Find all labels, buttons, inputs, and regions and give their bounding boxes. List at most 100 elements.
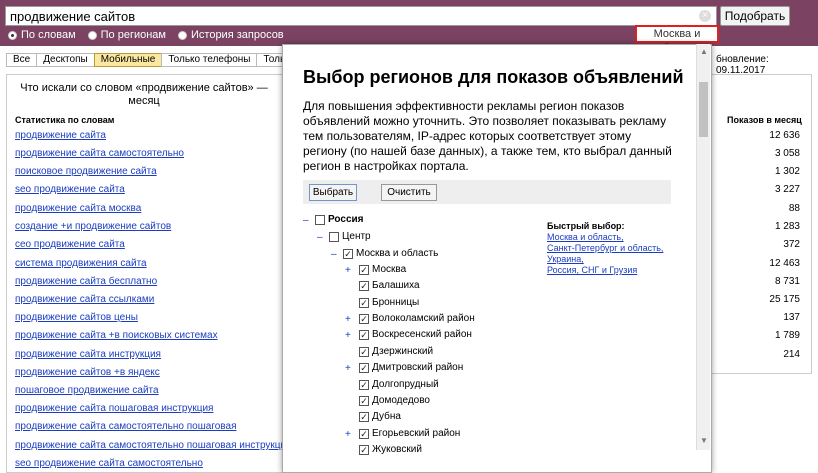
radio-icon: [8, 30, 17, 40]
checked-icon[interactable]: ✓: [359, 297, 369, 308]
query-link[interactable]: продвижение сайта бесплатно: [15, 276, 157, 287]
region-select-dialog: Выбор регионов для показов объявлений Дл…: [282, 44, 712, 473]
checked-icon[interactable]: ✓: [359, 428, 369, 439]
query-link[interactable]: продвижение сайта ссылками: [15, 294, 154, 305]
clear-button[interactable]: Очистить: [381, 184, 437, 201]
checked-icon[interactable]: ✓: [359, 313, 369, 324]
tab-phones-only[interactable]: Только телефоны: [161, 53, 258, 67]
checked-icon[interactable]: ✓: [343, 248, 353, 259]
submit-button[interactable]: Подобрать: [720, 6, 790, 26]
quick-spb-link[interactable]: Санкт-Петербург и область,: [547, 243, 663, 254]
impressions-value: 372: [783, 239, 800, 250]
quick-ukraine-link[interactable]: Украина,: [547, 254, 663, 265]
checked-icon[interactable]: ✓: [359, 329, 369, 340]
region-bronnitsy[interactable]: ✓ Бронницы: [359, 297, 419, 308]
query-link[interactable]: сео продвижение сайта: [15, 239, 125, 250]
impressions-value: 25 175: [769, 294, 800, 305]
query-link[interactable]: продвижение сайта инструкция: [15, 349, 161, 360]
query-link[interactable]: продвижение сайта +в поисковых системах: [15, 330, 218, 341]
collapse-icon[interactable]: –: [317, 232, 323, 243]
collapse-icon[interactable]: –: [331, 249, 337, 260]
impressions-value: 1 283: [774, 221, 800, 232]
region-center[interactable]: Центр: [329, 231, 371, 242]
checked-icon[interactable]: ✓: [359, 280, 369, 291]
region-egorievsk[interactable]: ✓ Егорьевский район: [359, 428, 460, 439]
query-link[interactable]: продвижение сайта пошаговая инструкция: [15, 403, 213, 414]
region-label: Дзержинский: [372, 346, 434, 357]
impressions-value: 3 058: [774, 148, 800, 159]
dialog-scrollbar[interactable]: ▲ ▼: [696, 44, 710, 450]
region-label: Домодедово: [372, 395, 430, 406]
query-link[interactable]: продвижение сайта самостоятельно пошагов…: [15, 421, 236, 432]
quick-russia-cis-link[interactable]: Россия, СНГ и Грузия: [547, 265, 663, 276]
region-dolgoprudny[interactable]: ✓ Долгопрудный: [359, 379, 439, 390]
region-dmitrov[interactable]: ✓ Дмитровский район: [359, 362, 463, 373]
region-dubna[interactable]: ✓ Дубна: [359, 411, 401, 422]
region-label: Москва: [372, 264, 407, 275]
query-link[interactable]: продвижение сайта москва: [15, 203, 141, 214]
expand-icon[interactable]: +: [345, 314, 351, 325]
impressions-value: 88: [788, 203, 800, 214]
region-domodedovo[interactable]: ✓ Домодедово: [359, 395, 430, 406]
mode-label: По регионам: [100, 29, 166, 41]
checked-icon[interactable]: ✓: [359, 395, 369, 406]
search-input[interactable]: [6, 7, 696, 25]
scroll-thumb[interactable]: [699, 82, 708, 137]
region-selector-link[interactable]: Москва и область: [635, 25, 719, 54]
expand-icon[interactable]: +: [345, 265, 351, 276]
mode-by-regions[interactable]: По регионам: [87, 29, 166, 41]
region-russia[interactable]: Россия: [315, 214, 364, 225]
query-link[interactable]: создание +и продвижение сайтов: [15, 221, 171, 232]
scroll-up-icon[interactable]: ▲: [700, 47, 708, 56]
query-link[interactable]: пошаговое продвижение сайта: [15, 385, 159, 396]
region-voskresensk[interactable]: ✓ Воскресенский район: [359, 329, 472, 340]
checkbox-icon[interactable]: [315, 214, 325, 225]
checked-icon[interactable]: ✓: [359, 379, 369, 390]
checked-icon[interactable]: ✓: [359, 264, 369, 275]
query-link[interactable]: seo продвижение сайта: [15, 184, 125, 195]
scroll-down-icon[interactable]: ▼: [700, 436, 708, 445]
query-link[interactable]: система продвижения сайта: [15, 258, 147, 269]
checkbox-icon[interactable]: [329, 231, 339, 242]
clear-icon[interactable]: ×: [699, 10, 711, 22]
collapse-icon[interactable]: –: [303, 215, 309, 226]
radio-icon: [87, 30, 97, 40]
query-link[interactable]: продвижение сайтов +в яндекс: [15, 367, 160, 378]
update-date: бновление: 09.11.2017: [716, 54, 769, 76]
query-link[interactable]: продвижение сайта самостоятельно пошагов…: [15, 440, 292, 451]
query-link[interactable]: продвижение сайтов цены: [15, 312, 138, 323]
region-label: Волоколамский район: [372, 313, 475, 324]
region-label: Россия: [328, 214, 364, 225]
region-zhukovsky[interactable]: ✓ Жуковский: [359, 444, 422, 455]
checked-icon[interactable]: ✓: [359, 444, 369, 455]
tab-desktop[interactable]: Десктопы: [36, 53, 95, 67]
quick-moscow-link[interactable]: Москва и область,: [547, 232, 663, 243]
expand-icon[interactable]: +: [345, 429, 351, 440]
query-link[interactable]: поисковое продвижение сайта: [15, 166, 157, 177]
query-link[interactable]: продвижение сайта самостоятельно: [15, 148, 184, 159]
expand-icon[interactable]: +: [345, 330, 351, 341]
region-moscow[interactable]: ✓ Москва: [359, 264, 406, 275]
impressions-value: 137: [783, 312, 800, 323]
choose-button[interactable]: Выбрать: [309, 184, 357, 201]
mode-by-words[interactable]: По словам: [8, 29, 76, 41]
mode-label: История запросов: [191, 29, 284, 41]
column-header: Показов в месяц: [727, 115, 802, 125]
impressions-value: 1 789: [774, 330, 800, 341]
checked-icon[interactable]: ✓: [359, 346, 369, 357]
tab-mobile[interactable]: Мобильные: [93, 53, 163, 67]
query-link[interactable]: seo продвижение сайта самостоятельно: [15, 458, 203, 469]
checked-icon[interactable]: ✓: [359, 362, 369, 373]
query-link[interactable]: продвижение сайта: [15, 130, 106, 141]
region-dzerzhinsky[interactable]: ✓ Дзержинский: [359, 346, 433, 357]
tab-all[interactable]: Все: [6, 53, 38, 67]
dialog-description: Для повышения эффективности рекламы реги…: [303, 99, 672, 173]
impressions-value: 3 227: [774, 184, 800, 195]
region-volokolamsk[interactable]: ✓ Волоколамский район: [359, 313, 475, 324]
expand-icon[interactable]: +: [345, 363, 351, 374]
region-moscow-oblast[interactable]: ✓ Москва и область: [343, 248, 438, 259]
region-balashikha[interactable]: ✓ Балашиха: [359, 280, 420, 291]
checked-icon[interactable]: ✓: [359, 411, 369, 422]
mode-history[interactable]: История запросов: [178, 29, 284, 41]
region-label: Балашиха: [372, 280, 420, 291]
